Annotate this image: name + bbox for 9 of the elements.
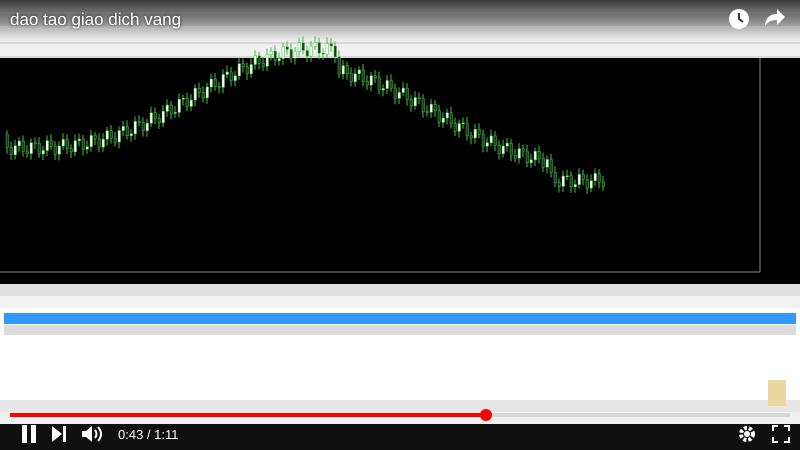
share-icon[interactable] — [764, 8, 786, 28]
fullscreen-icon[interactable] — [772, 425, 790, 443]
clock-icon[interactable] — [728, 8, 750, 30]
volume-icon[interactable] — [82, 425, 102, 443]
pause-icon[interactable] — [22, 425, 36, 443]
next-icon[interactable] — [52, 426, 66, 442]
time-display: 0:43 / 1:11 — [118, 426, 178, 442]
settings-icon[interactable] — [738, 425, 756, 443]
video-title[interactable]: dao tao giao dich vang — [10, 10, 182, 30]
